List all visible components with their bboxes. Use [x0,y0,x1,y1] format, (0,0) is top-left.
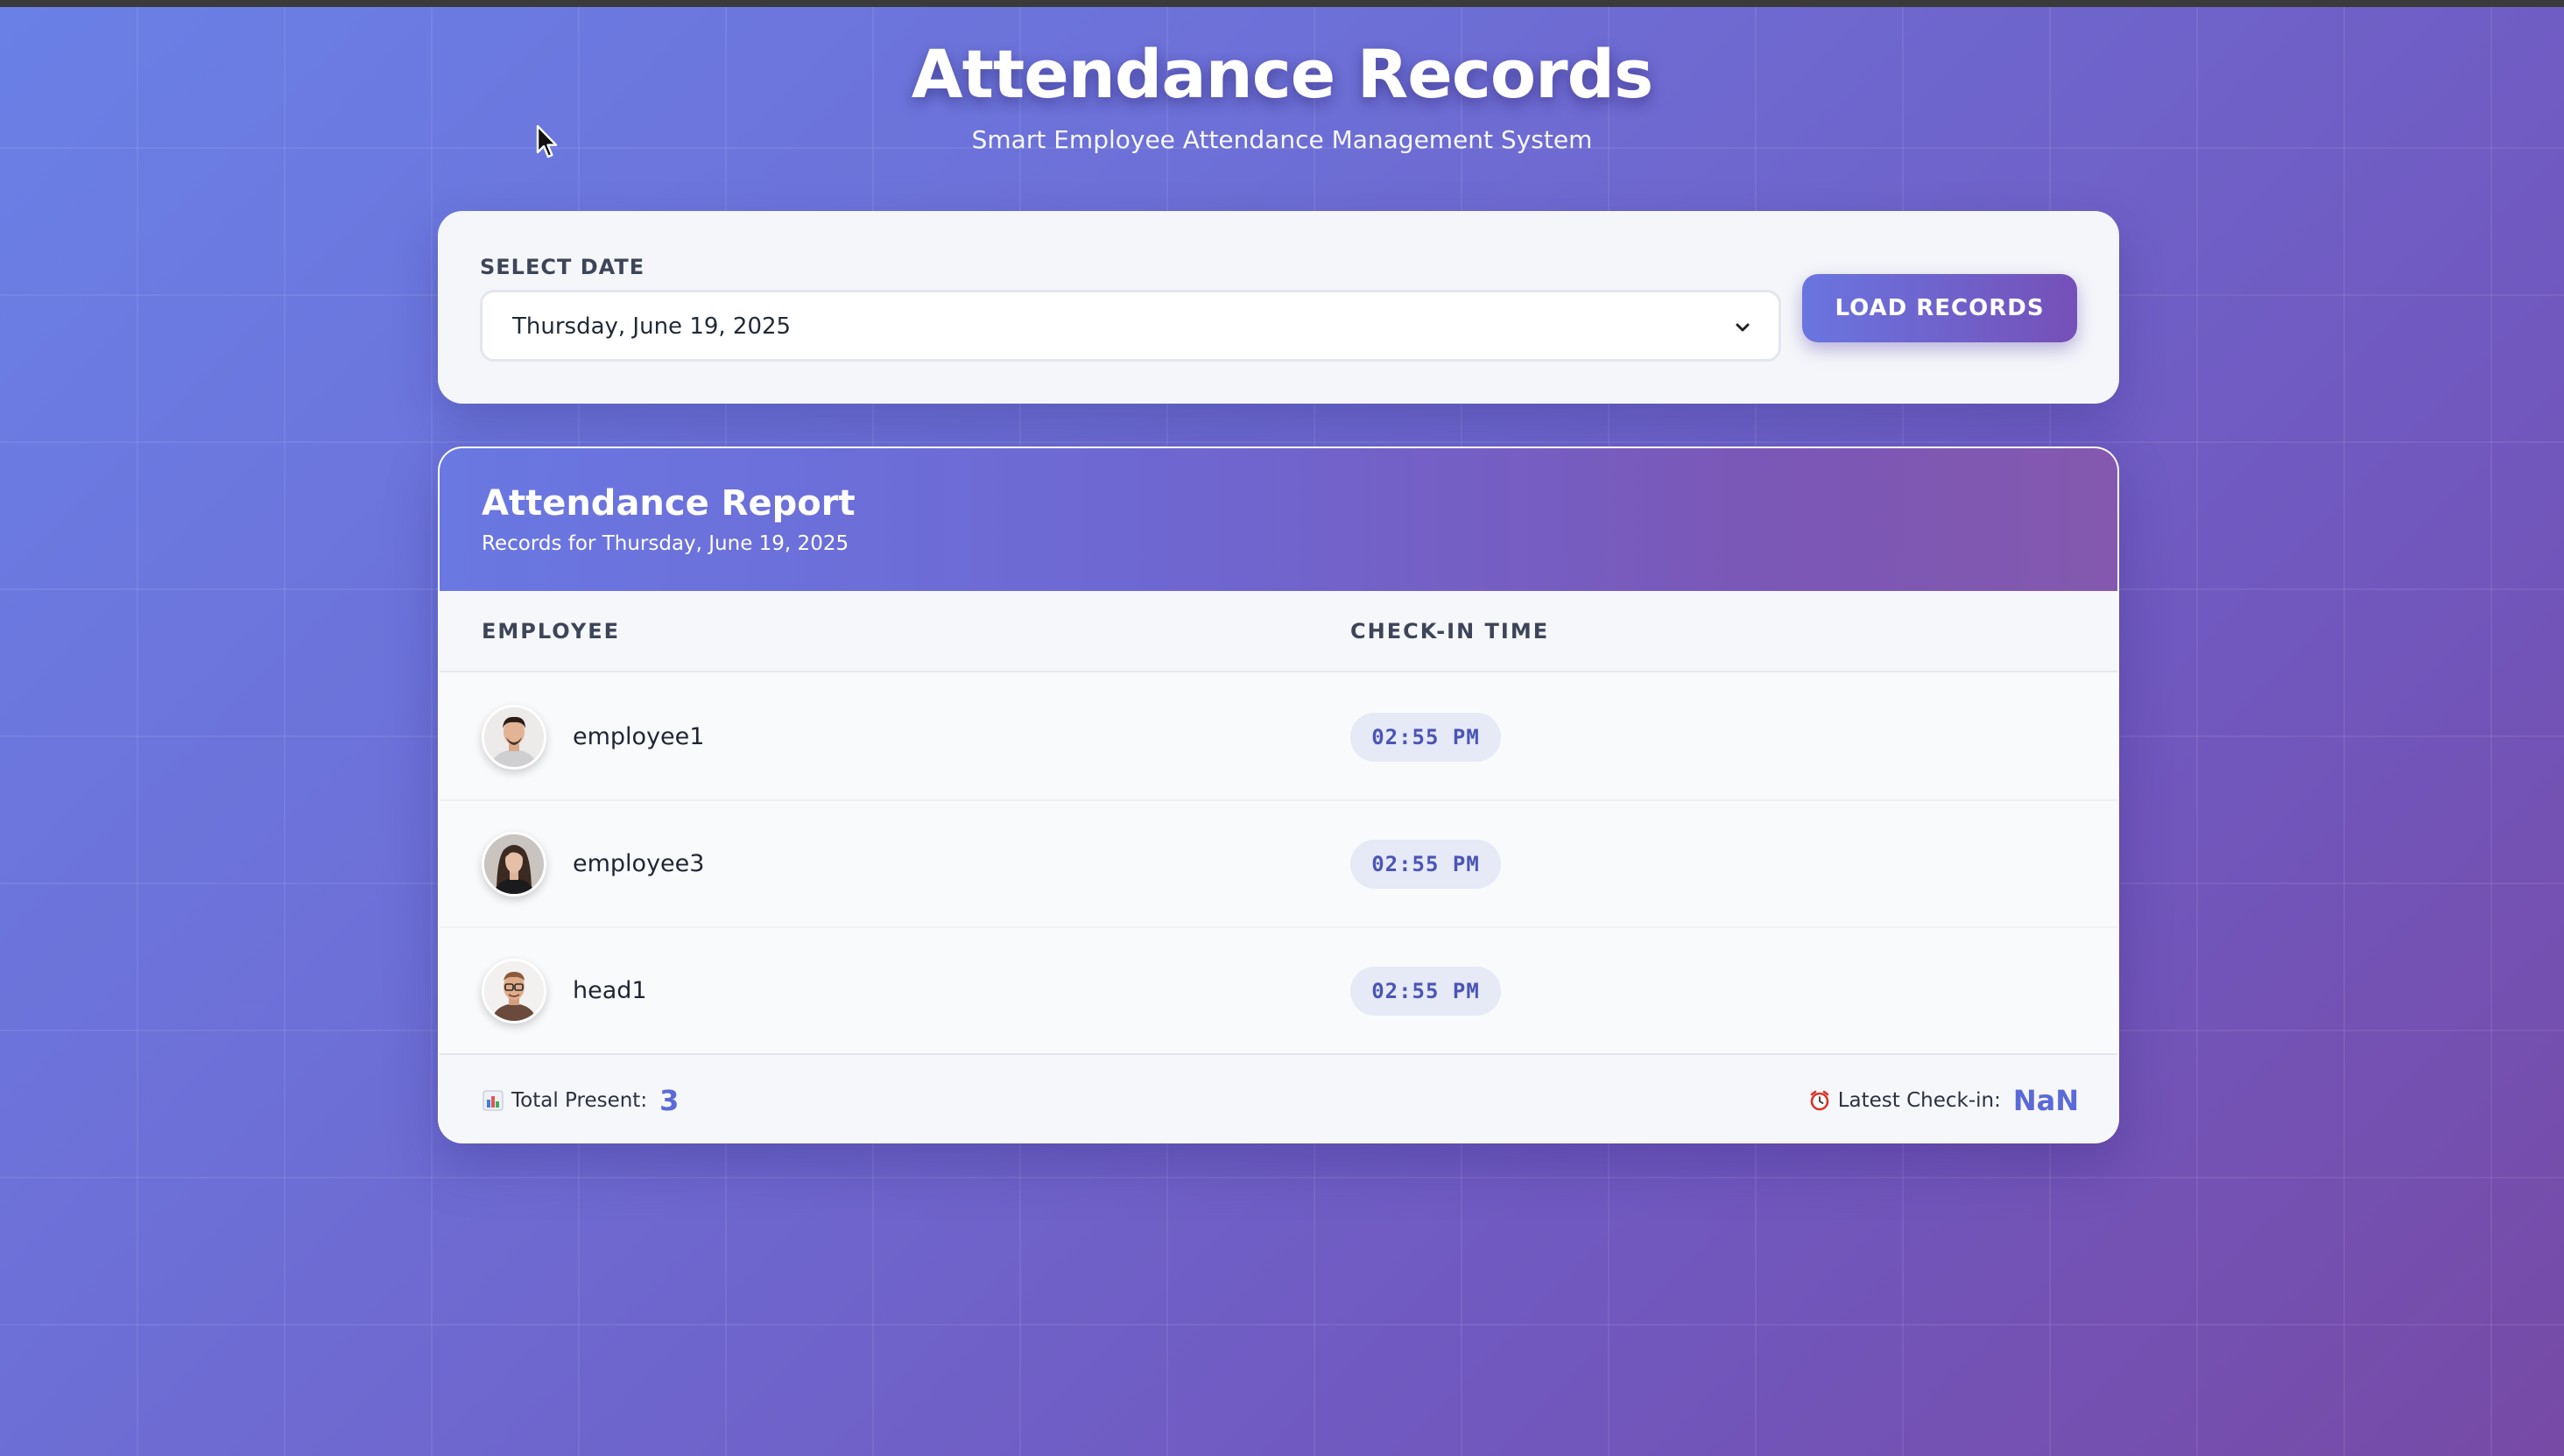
report-header: Attendance Report Records for Thursday, … [440,448,2117,591]
total-present-value: 3 [659,1084,680,1117]
report-subtitle: Records for Thursday, June 19, 2025 [482,532,849,555]
check-in-time-badge: 02:55 PM [1350,967,1501,1016]
page-title: Attendance Records [911,35,1653,113]
date-selection-card: SELECT DATE Thursday, June 19, 2025 LOAD… [438,211,2119,404]
latest-check-in-label: Latest Check-in: [1837,1089,2001,1112]
total-present-stat: Total Present: 3 [482,1084,679,1117]
table-row: employee1 02:55 PM [440,674,2117,801]
window-top-bar [0,0,2564,7]
table-row: head1 02:55 PM [440,928,2117,1055]
male-avatar [482,705,546,770]
check-in-time-badge: 02:55 PM [1350,713,1501,762]
attendance-report-card: Attendance Report Records for Thursday, … [438,447,2119,1143]
report-footer: Total Present: 3 Latest Check-in: NaN [440,1056,2117,1142]
latest-check-in-stat: Latest Check-in: NaN [1808,1084,2079,1117]
employee-name: employee1 [573,723,705,750]
male-glasses-avatar [482,959,546,1023]
bar-chart-icon [483,1090,504,1111]
date-select-value: Thursday, June 19, 2025 [512,313,792,340]
alarm-clock-icon [1810,1090,1828,1111]
employee-name: head1 [573,977,647,1004]
chevron-down-icon [1736,323,1750,332]
employee-name: employee3 [573,850,705,877]
page-subtitle: Smart Employee Attendance Management Sys… [971,125,1593,154]
latest-check-in-value: NaN [2012,1084,2079,1117]
total-present-label: Total Present: [511,1089,648,1112]
load-records-button[interactable]: LOAD RECORDS [1802,274,2077,342]
select-date-label: SELECT DATE [480,255,645,279]
table-row: employee3 02:55 PM [440,801,2117,928]
check-in-time-badge: 02:55 PM [1350,840,1501,889]
column-header-check-in-time: CHECK-IN TIME [1350,619,1550,644]
female-avatar [482,832,546,897]
date-select-dropdown[interactable]: Thursday, June 19, 2025 [480,290,1781,362]
column-header-employee: EMPLOYEE [482,619,621,644]
report-title: Attendance Report [482,483,856,524]
table-header: EMPLOYEE CHECK-IN TIME [440,591,2117,672]
